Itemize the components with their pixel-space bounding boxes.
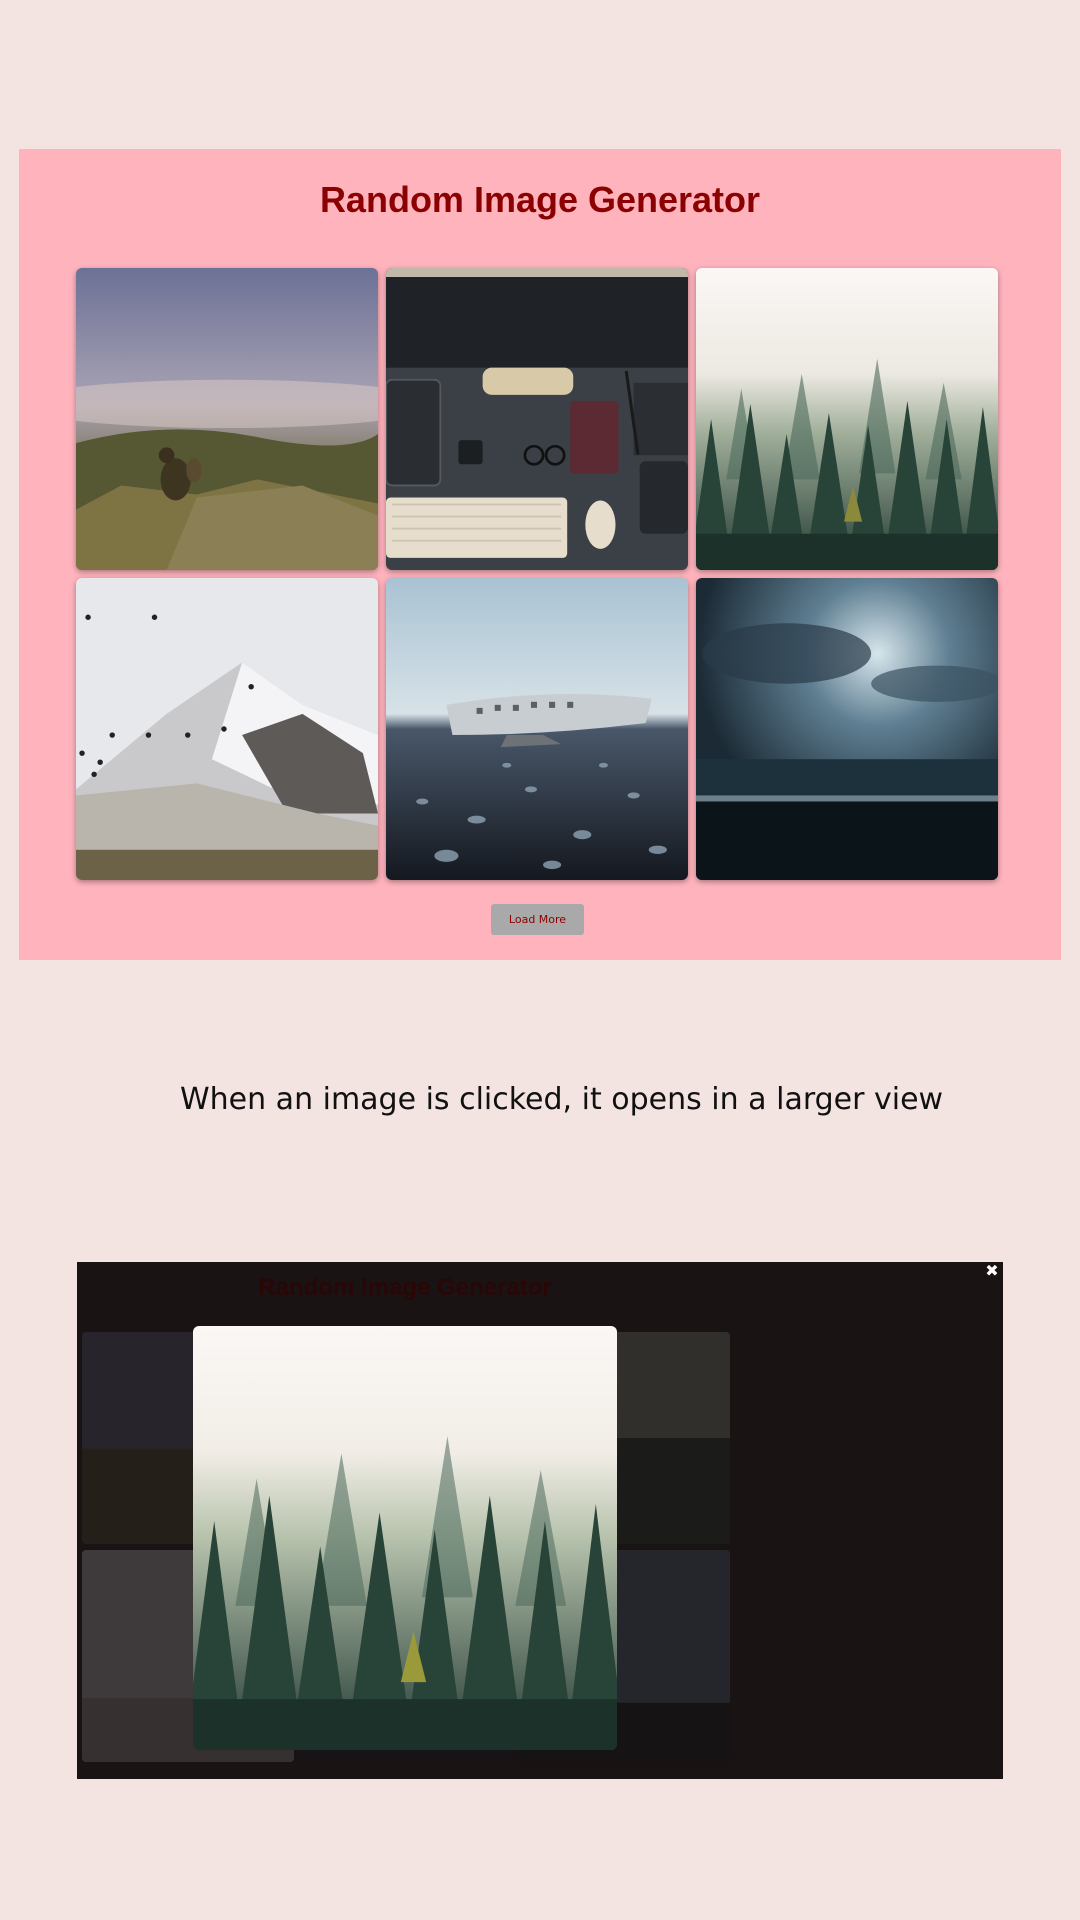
app-title: Random Image Generator [319, 179, 761, 220]
mountain-hiker-photo[interactable] [76, 268, 378, 570]
close-icon[interactable]: ✖ [983, 1262, 1001, 1280]
image-generator-app: Random Image Generator Load More [19, 149, 1061, 960]
lightbox-background-title: Random Image Generator [258, 1274, 552, 1301]
stormy-sea-photo[interactable] [696, 578, 998, 880]
desk-workspace-photo[interactable] [386, 268, 688, 570]
plane-wreck-photo[interactable] [386, 578, 688, 880]
description-caption: When an image is clicked, it opens in a … [180, 1082, 944, 1117]
snowy-peak-photo[interactable] [76, 578, 378, 880]
foggy-forest-photo[interactable] [696, 268, 998, 570]
lightbox-overlay[interactable]: Random Image Generator ✖ [77, 1262, 1003, 1779]
lightbox-enlarged-image [193, 1326, 617, 1750]
image-grid [76, 268, 998, 880]
load-more-button[interactable]: Load More [491, 904, 584, 935]
